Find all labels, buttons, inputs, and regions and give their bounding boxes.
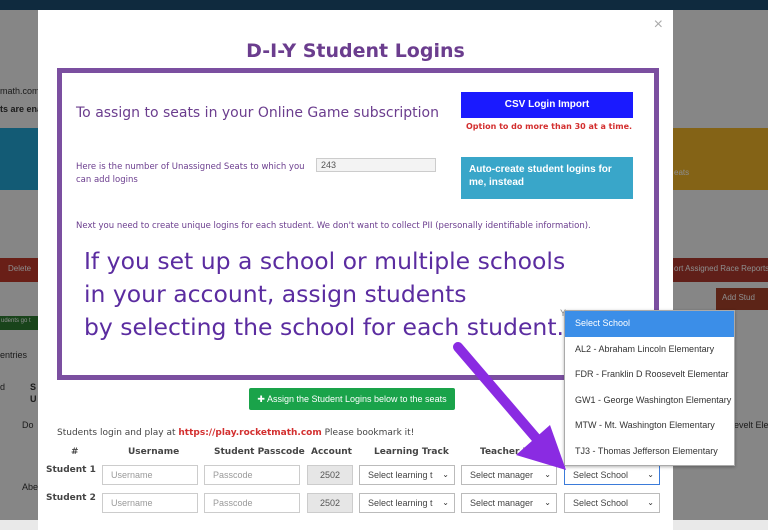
select-value: Select manager	[470, 470, 534, 480]
dropdown-option[interactable]: TJ3 - Thomas Jefferson Elementary	[565, 439, 734, 465]
passcode-input[interactable]: Passcode	[204, 465, 300, 485]
dropdown-option[interactable]: Select School	[565, 311, 734, 337]
assign-heading: To assign to seats in your Online Game s…	[76, 105, 439, 121]
chevron-down-icon: ⌄	[442, 470, 449, 479]
plus-icon: ✚	[257, 394, 267, 404]
username-input[interactable]: Username	[102, 493, 198, 513]
school-select[interactable]: Select School ⌄	[564, 465, 660, 485]
pii-notice: Next you need to create unique logins fo…	[76, 221, 591, 231]
username-input[interactable]: Username	[102, 465, 198, 485]
dropdown-option[interactable]: MTW - Mt. Washington Elementary	[565, 413, 734, 439]
chevron-down-icon: ⌄	[544, 470, 551, 479]
row-label: Student 1	[46, 465, 96, 475]
play-url-line: Students login and play at https://play.…	[57, 428, 414, 438]
column-header: Username	[128, 447, 180, 457]
dropdown-option[interactable]: GW1 - George Washington Elementary	[565, 388, 734, 414]
select-value: Select learning t	[368, 470, 433, 480]
dropdown-option[interactable]: AL2 - Abraham Lincoln Elementary	[565, 337, 734, 363]
teacher-manager-select[interactable]: Select manager ⌄	[461, 493, 557, 513]
column-header: Learning Track	[374, 447, 449, 457]
select-value: Select School	[573, 470, 629, 480]
school-select[interactable]: Select School ⌄	[564, 493, 660, 513]
passcode-input[interactable]: Passcode	[204, 493, 300, 513]
school-dropdown-list: Select School AL2 - Abraham Lincoln Elem…	[564, 310, 735, 466]
csv-import-button[interactable]: CSV Login Import	[461, 92, 633, 118]
close-icon[interactable]: ×	[654, 16, 663, 34]
annotation-line: If you set up a school or multiple schoo…	[84, 247, 566, 275]
chevron-down-icon: ⌄	[647, 470, 654, 479]
column-header: Student Passcode	[214, 447, 305, 457]
teacher-manager-select[interactable]: Select manager ⌄	[461, 465, 557, 485]
chevron-down-icon: ⌄	[544, 498, 551, 507]
auto-create-button[interactable]: Auto-create student logins for me, inste…	[461, 157, 633, 199]
play-prefix: Students login and play at	[57, 428, 179, 438]
learning-track-select[interactable]: Select learning t ⌄	[359, 465, 455, 485]
select-value: Select School	[573, 498, 629, 508]
row-label: Student 2	[46, 493, 96, 503]
annotation-line: in your account, assign students	[84, 280, 467, 308]
modal-title: D-I-Y Student Logins	[246, 40, 465, 62]
play-url-link[interactable]: https://play.rocketmath.com	[178, 428, 321, 438]
assign-logins-label: Assign the Student Logins below to the s…	[266, 394, 447, 404]
unassigned-label: Here is the number of Unassigned Seats t…	[76, 162, 305, 185]
assign-logins-button[interactable]: ✚ Assign the Student Logins below to the…	[249, 388, 455, 410]
column-header: #	[71, 447, 79, 457]
unassigned-seats-field: 243	[316, 158, 436, 172]
dropdown-option[interactable]: FDR - Franklin D Roosevelt Elementar	[565, 362, 734, 388]
column-header: Account	[311, 447, 352, 457]
annotation-text: If you set up a school or multiple schoo…	[84, 245, 644, 344]
chevron-down-icon: ⌄	[647, 498, 654, 507]
play-suffix: Please bookmark it!	[321, 428, 415, 438]
select-value: Select learning t	[368, 498, 433, 508]
csv-note: Option to do more than 30 at a time.	[466, 122, 633, 131]
column-header: Teacher Mgr.	[480, 447, 545, 457]
account-field: 2502	[307, 493, 353, 513]
learning-track-select[interactable]: Select learning t ⌄	[359, 493, 455, 513]
chevron-down-icon: ⌄	[442, 498, 449, 507]
account-field: 2502	[307, 465, 353, 485]
select-value: Select manager	[470, 498, 534, 508]
